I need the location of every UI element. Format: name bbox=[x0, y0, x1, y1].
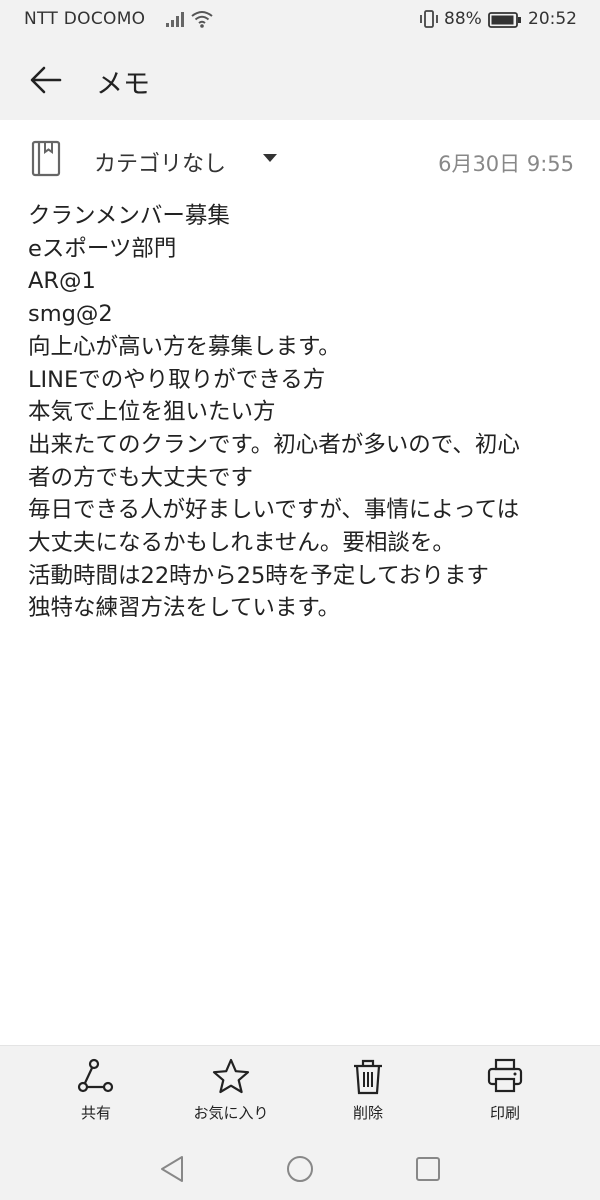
caret-down-icon bbox=[263, 154, 277, 162]
note-body[interactable]: クランメンバー募集 eスポーツ部門 AR@1 smg@2 向上心が高い方を募集し… bbox=[28, 200, 580, 625]
print-button[interactable]: 印刷 bbox=[435, 1046, 575, 1142]
delete-label: 削除 bbox=[352, 1104, 383, 1122]
carrier-name: NTT DOCOMO bbox=[24, 9, 146, 29]
star-icon bbox=[212, 1058, 250, 1094]
note-line: 大丈夫になるかもしれません。要相談を。 bbox=[28, 530, 455, 557]
nav-back-icon[interactable] bbox=[156, 1149, 188, 1189]
note-line: 毎日できる人が好ましいですが、事情によっては bbox=[28, 497, 520, 524]
system-nav-bar bbox=[0, 1141, 600, 1200]
wifi-icon bbox=[191, 11, 213, 28]
note-date: 6月30日 9:55 bbox=[438, 152, 574, 176]
note-line: 本気で上位を狙いたい方 bbox=[28, 399, 276, 426]
note-line: クランメンバー募集 bbox=[28, 203, 230, 229]
trash-icon bbox=[354, 1059, 382, 1095]
note-line: LINEでのやり取りができる方 bbox=[28, 366, 326, 393]
share-icon bbox=[77, 1058, 114, 1093]
page-title: メモ bbox=[96, 69, 150, 100]
note-line: 者の方でも大丈夫です bbox=[28, 464, 254, 491]
bottom-toolbar: 共有 お気に入り 削除 印刷 bbox=[0, 1045, 600, 1142]
print-label: 印刷 bbox=[489, 1104, 520, 1122]
share-button[interactable]: 共有 bbox=[26, 1046, 166, 1142]
notebook-icon bbox=[31, 140, 61, 177]
note-line: 向上心が高い方を募集します。 bbox=[28, 333, 341, 360]
note-line: eスポーツ部門 bbox=[28, 235, 177, 262]
signal-icon bbox=[166, 12, 184, 27]
note-line: 出来たてのクランです。初心者が多いので、初心 bbox=[28, 431, 520, 458]
note-meta-row: カテゴリなし 6月30日 9:55 bbox=[0, 128, 600, 192]
arrow-left-icon[interactable] bbox=[28, 62, 64, 98]
category-label: カテゴリなし bbox=[94, 152, 227, 177]
delete-button[interactable]: 削除 bbox=[298, 1046, 438, 1142]
note-line: 活動時間は22時から25時を予定しております bbox=[28, 562, 489, 589]
note-line: 独特な練習方法をしています。 bbox=[28, 595, 341, 622]
nav-home-icon[interactable] bbox=[284, 1149, 316, 1189]
printer-icon bbox=[487, 1058, 523, 1093]
clock-time: 20:52 bbox=[528, 9, 577, 29]
share-label: 共有 bbox=[80, 1104, 111, 1122]
battery-percent: 88% bbox=[444, 9, 482, 29]
nav-recents-icon[interactable] bbox=[412, 1149, 444, 1189]
note-line: smg@2 bbox=[28, 301, 113, 328]
battery-icon bbox=[488, 12, 521, 28]
favorite-button[interactable]: お気に入り bbox=[161, 1046, 301, 1142]
vibrate-icon bbox=[420, 10, 438, 28]
favorite-label: お気に入り bbox=[193, 1104, 269, 1122]
app-bar: メモ bbox=[0, 40, 600, 120]
note-line: AR@1 bbox=[28, 268, 96, 295]
status-bar: NTT DOCOMO 88% 20:52 bbox=[0, 0, 600, 40]
